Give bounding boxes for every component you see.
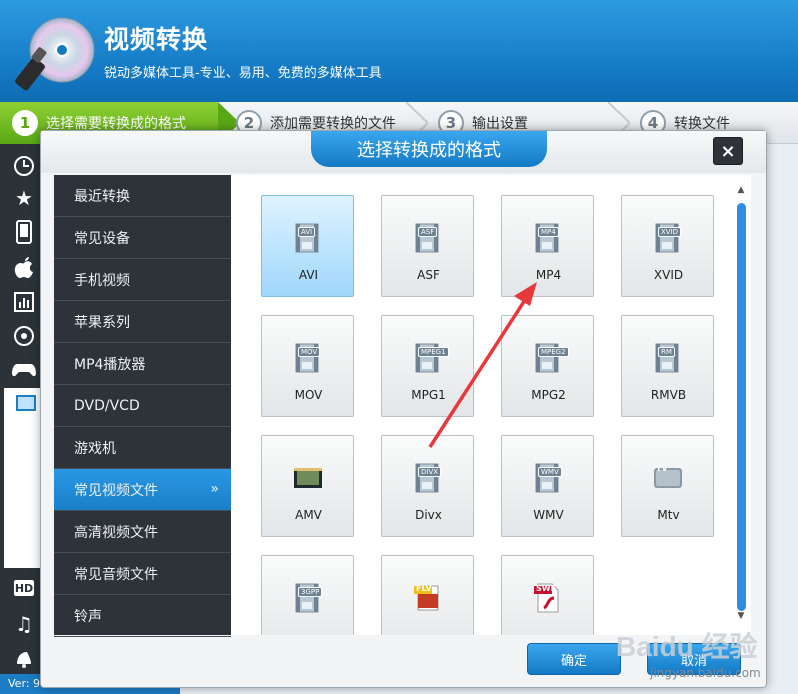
format-tile-flv[interactable]: FLV [381, 555, 474, 635]
format-tile-mpg2[interactable]: MPEG2 MPG2 [501, 315, 594, 417]
format-badge: MP4 [538, 227, 559, 237]
scroll-thumb[interactable] [737, 203, 746, 611]
clock-icon[interactable] [8, 152, 40, 180]
dialog-title: 选择转换成的格式 [311, 131, 547, 167]
format-label: RMVB [650, 388, 687, 402]
format-grid: AVI AVI ASF ASF MP4 MP4 XVID XVID MOV MOV MPEG1 MPG… [231, 175, 751, 635]
category-game-console[interactable]: 游戏机 [54, 427, 231, 469]
category-mp4-player[interactable]: MP4播放器 [54, 343, 231, 385]
category-common-audio[interactable]: 常见音频文件 [54, 553, 231, 595]
format-tile-xvid[interactable]: XVID XVID [621, 195, 714, 297]
hd-icon[interactable]: HD [14, 580, 34, 596]
format-badge: SWF [536, 584, 557, 593]
format-label: MP4 [535, 268, 562, 282]
category-common-video[interactable]: 常见视频文件» [54, 469, 231, 511]
category-list: 最近转换 常见设备 手机视频 苹果系列 MP4播放器 DVD/VCD 游戏机 常… [54, 175, 231, 637]
format-tile-asf[interactable]: ASF ASF [381, 195, 474, 297]
format-tile-wmv[interactable]: WMV WMV [501, 435, 594, 537]
format-tile-avi[interactable]: AVI AVI [261, 195, 354, 297]
format-badge: MPEG2 [538, 347, 569, 357]
film-icon [294, 468, 322, 488]
format-badge: ASF [418, 227, 438, 237]
ringtone-icon[interactable] [8, 644, 40, 672]
format-label: MOV [294, 388, 323, 402]
format-badge: RM [658, 347, 675, 357]
apple-icon[interactable] [8, 254, 40, 282]
format-label: XVID [653, 268, 684, 282]
video-icon [16, 395, 36, 411]
ok-button[interactable]: 确定 [527, 643, 621, 675]
chevron-right-icon: » [210, 481, 219, 497]
category-hd-video[interactable]: 高清视频文件 [54, 511, 231, 553]
scroll-up-icon[interactable]: ▲ [736, 185, 746, 195]
format-label: MPG1 [411, 388, 446, 402]
star-icon[interactable]: ★ [8, 184, 40, 212]
step-number: 1 [12, 110, 38, 136]
format-label: WMV [533, 508, 564, 522]
gamepad-icon[interactable] [8, 356, 40, 384]
app-logo-disc-icon [15, 17, 95, 91]
format-label: Divx [415, 508, 442, 522]
chart-icon[interactable] [8, 288, 40, 316]
format-badge: DIVX [418, 467, 442, 477]
format-badge: WMV [538, 467, 562, 477]
disc-icon[interactable] [8, 322, 40, 350]
music-icon[interactable]: ♫ [8, 610, 40, 638]
format-tile-3gpp[interactable]: 3GPP [261, 555, 354, 635]
app-title: 视频转换 [104, 25, 209, 54]
format-label: AVI [298, 268, 319, 282]
phone-icon[interactable] [8, 218, 40, 246]
category-dvd-vcd[interactable]: DVD/VCD [54, 385, 231, 427]
format-tile-swf[interactable]: SWF [501, 555, 594, 635]
close-button[interactable]: × [713, 137, 743, 165]
format-dialog: 选择转换成的格式 × 最近转换 常见设备 手机视频 苹果系列 MP4播放器 DV… [40, 130, 767, 688]
format-badge: TV [656, 464, 668, 473]
format-badge: MPEG1 [418, 347, 449, 357]
category-mobile[interactable]: 手机视频 [54, 259, 231, 301]
grid-scrollbar[interactable]: ▲ ▼ [733, 183, 749, 623]
app-subtitle: 锐动多媒体工具-专业、易用、免费的多媒体工具 [104, 66, 382, 81]
format-badge: MOV [298, 347, 321, 357]
format-tile-divx[interactable]: DIVX Divx [381, 435, 474, 537]
format-tile-amv[interactable]: AMV [261, 435, 354, 537]
format-badge: FLV [416, 584, 432, 593]
format-label: MPG2 [531, 388, 566, 402]
format-tile-mp4[interactable]: MP4 MP4 [501, 195, 594, 297]
format-tile-rmvb[interactable]: RM RMVB [621, 315, 714, 417]
category-recent[interactable]: 最近转换 [54, 175, 231, 217]
format-tile-mov[interactable]: MOV MOV [261, 315, 354, 417]
scroll-down-icon[interactable]: ▼ [736, 611, 746, 621]
format-tile-mpg1[interactable]: MPEG1 MPG1 [381, 315, 474, 417]
category-apple[interactable]: 苹果系列 [54, 301, 231, 343]
category-ringtone[interactable]: 铃声 [54, 595, 231, 637]
category-devices[interactable]: 常见设备 [54, 217, 231, 259]
format-tile-mtv[interactable]: TV Mtv [621, 435, 714, 537]
format-label: Mtv [657, 508, 680, 522]
format-label: ASF [417, 268, 440, 282]
watermark-brand: Baidu 经验 [616, 630, 758, 662]
format-label: AMV [295, 508, 322, 522]
format-badge: XVID [658, 227, 682, 237]
app-header: 视频转换 锐动多媒体工具-专业、易用、免费的多媒体工具 [0, 0, 798, 102]
watermark-url: jingyan.baidu.com [650, 666, 761, 680]
format-badge: AVI [298, 227, 316, 237]
format-badge: 3GPP [298, 587, 323, 597]
